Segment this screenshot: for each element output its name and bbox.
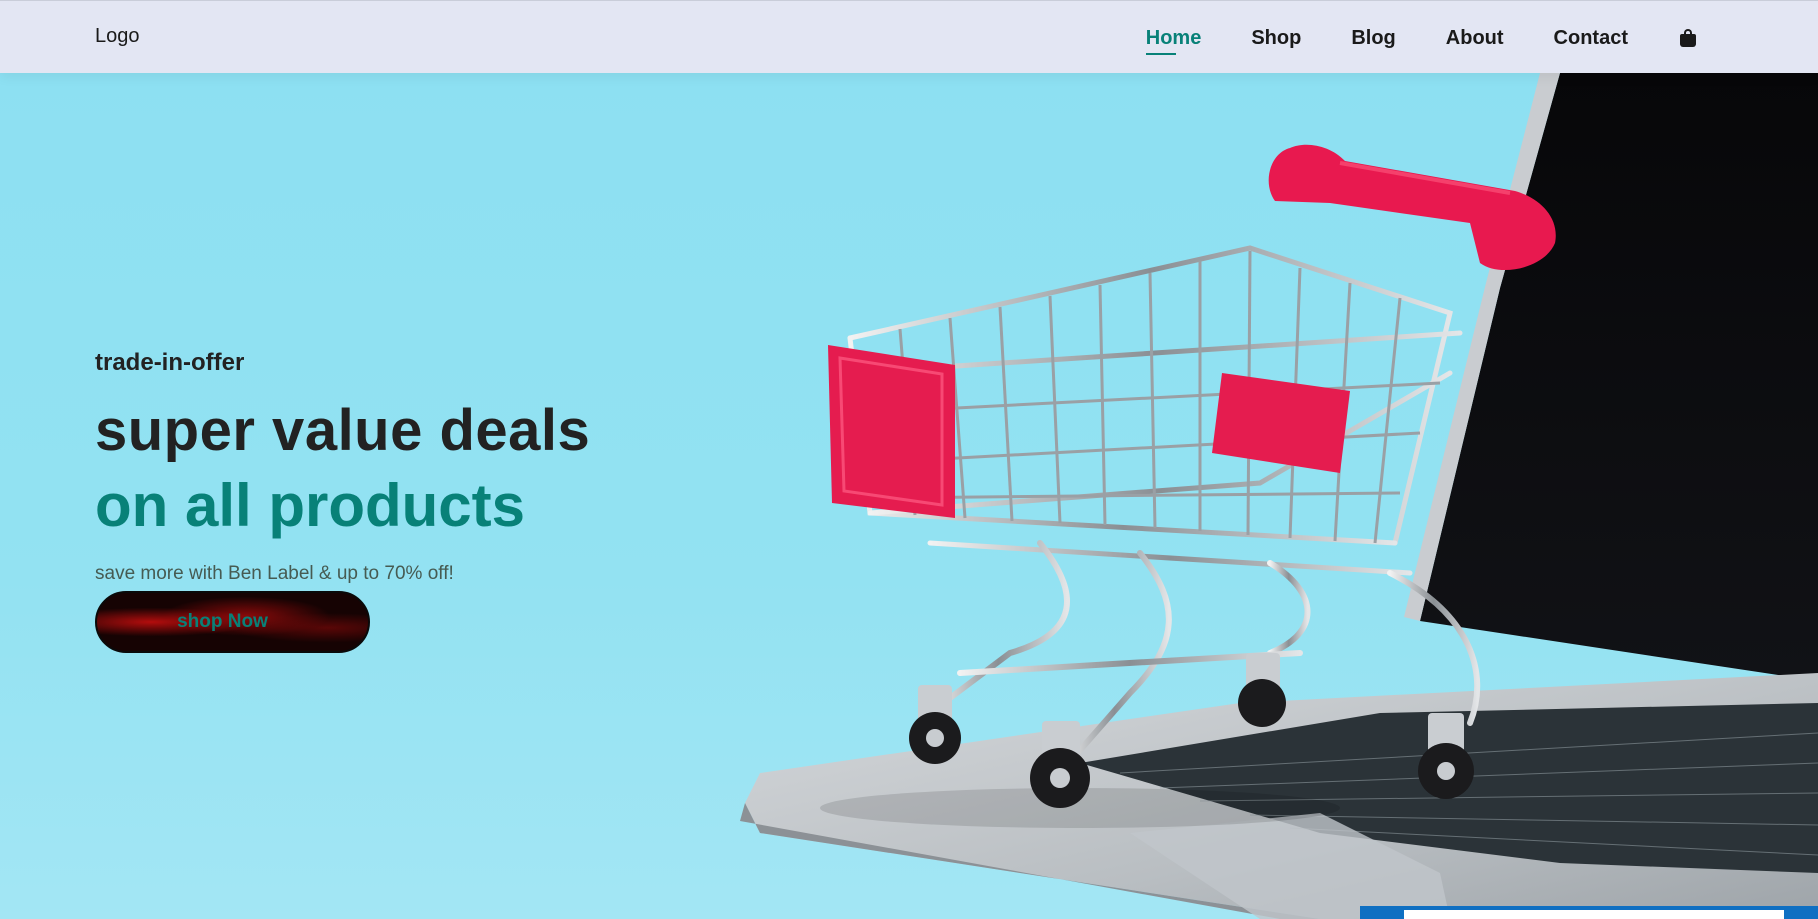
cart-handle xyxy=(1268,144,1556,271)
hero-subtext: save more with Ben Label & up to 70% off… xyxy=(95,563,454,584)
nav-link-shop[interactable]: Shop xyxy=(1251,26,1301,50)
shop-now-button[interactable]: shop Now xyxy=(95,591,370,653)
hero-headline: super value deals xyxy=(95,398,591,463)
nav-link-blog[interactable]: Blog xyxy=(1351,26,1395,50)
corner-widget[interactable] xyxy=(1360,906,1818,919)
nav-link-about[interactable]: About xyxy=(1446,26,1504,50)
hero-eyebrow: trade-in-offer xyxy=(95,349,245,376)
main-nav: Home Shop Blog About Contact xyxy=(1096,1,1818,74)
hero-headline-accent: on all products xyxy=(95,472,526,539)
nav-link-contact[interactable]: Contact xyxy=(1554,26,1628,50)
site-header: Logo Home Shop Blog About Contact xyxy=(0,0,1818,73)
nav-link-home[interactable]: Home xyxy=(1145,26,1201,55)
laptop-screen xyxy=(1420,73,1818,681)
shopping-bag-icon[interactable] xyxy=(1678,28,1698,48)
hero-section: trade-in-offer super value deals on all … xyxy=(0,73,1818,919)
logo[interactable]: Logo xyxy=(95,25,140,48)
